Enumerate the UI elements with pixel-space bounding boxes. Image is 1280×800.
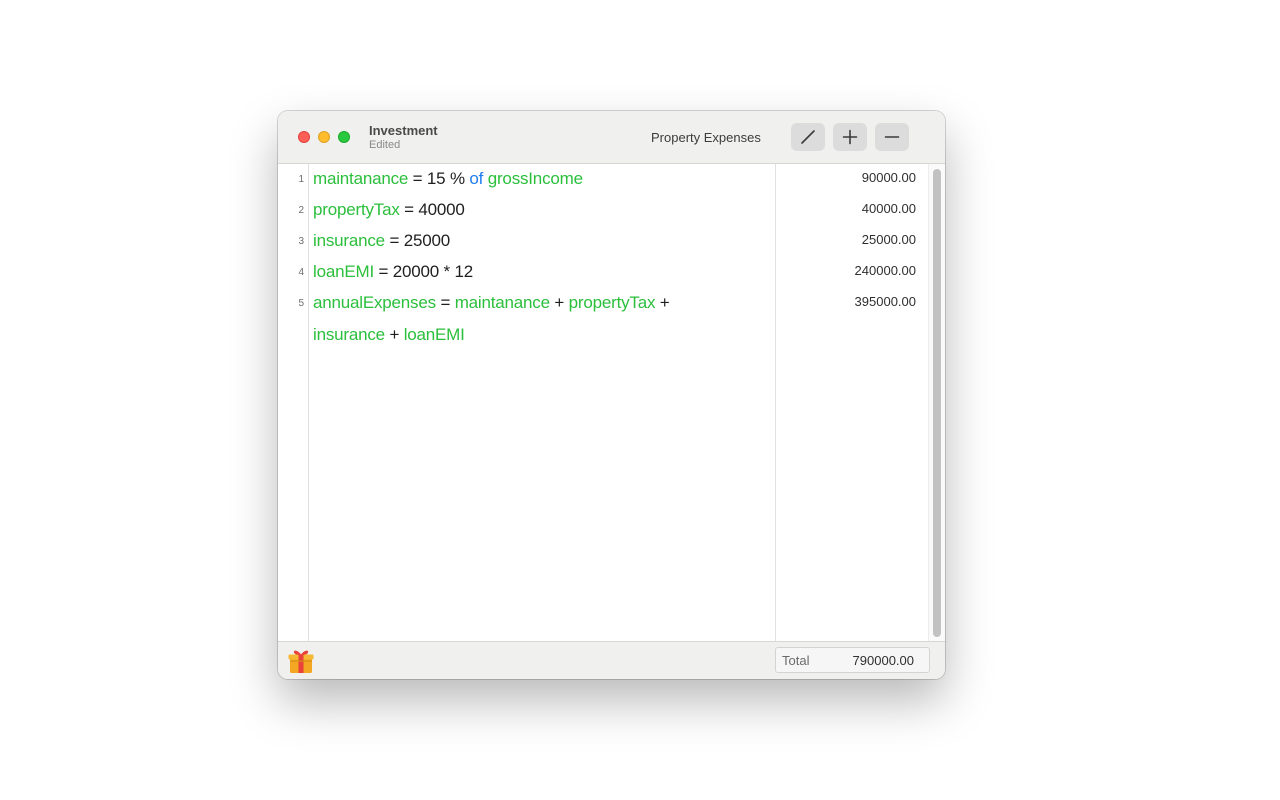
total-label: Total bbox=[782, 653, 810, 668]
add-sheet-button[interactable] bbox=[833, 123, 867, 151]
variable-token: loanEMI bbox=[403, 325, 465, 344]
line-result[interactable]: 240000.00 bbox=[855, 263, 916, 278]
variable-token: maintanance bbox=[313, 169, 409, 188]
line-number: 5 bbox=[298, 298, 304, 309]
scrollbar-thumb[interactable] bbox=[933, 169, 941, 637]
code-line[interactable]: annualExpenses = maintanance + propertyT… bbox=[313, 293, 670, 313]
operator-token: + bbox=[384, 325, 404, 344]
pencil-slash-icon bbox=[801, 130, 815, 144]
operator-token: = 25000 bbox=[384, 231, 450, 250]
app-window: Investment Edited Property Expenses 1 2 3 4… bbox=[278, 111, 945, 679]
code-line[interactable]: loanEMI = 20000 * 12 bbox=[313, 262, 473, 282]
code-line[interactable]: maintanance = 15 % of grossIncome bbox=[313, 169, 583, 189]
operator-token: = 20000 * 12 bbox=[373, 262, 473, 281]
line-number: 4 bbox=[298, 267, 304, 278]
operator-token: = 15 % bbox=[408, 169, 470, 188]
variable-token: maintanance bbox=[454, 293, 550, 312]
operator-token: + bbox=[549, 293, 569, 312]
line-result[interactable]: 25000.00 bbox=[862, 232, 916, 247]
plus-icon bbox=[842, 129, 858, 145]
code-line[interactable]: insurance = 25000 bbox=[313, 231, 450, 251]
vertical-scrollbar[interactable] bbox=[928, 164, 945, 641]
variable-token: propertyTax bbox=[313, 200, 400, 219]
title-bar[interactable]: Investment Edited Property Expenses bbox=[278, 111, 945, 164]
minimize-window-button[interactable] bbox=[318, 131, 330, 143]
code-line[interactable]: propertyTax = 40000 bbox=[313, 200, 465, 220]
line-number: 2 bbox=[298, 205, 304, 216]
variable-token: grossIncome bbox=[487, 169, 583, 188]
operator-token: + bbox=[655, 293, 670, 312]
zoom-window-button[interactable] bbox=[338, 131, 350, 143]
variable-token: propertyTax bbox=[568, 293, 656, 312]
line-result[interactable]: 395000.00 bbox=[855, 294, 916, 309]
line-number: 1 bbox=[298, 174, 304, 185]
variable-token: insurance bbox=[313, 325, 385, 344]
operator-token: = 40000 bbox=[399, 200, 465, 219]
variable-token: annualExpenses bbox=[313, 293, 436, 312]
operator-token: = bbox=[435, 293, 455, 312]
variable-token: loanEMI bbox=[313, 262, 374, 281]
line-number-gutter: 1 2 3 4 5 bbox=[278, 164, 309, 641]
footer-bar: Total 790000.00 bbox=[278, 641, 945, 679]
document-title: Investment bbox=[369, 123, 438, 138]
sheet-name[interactable]: Property Expenses bbox=[651, 130, 761, 145]
calculation-editor[interactable]: maintanance = 15 % of grossIncome propert… bbox=[309, 164, 774, 641]
line-number: 3 bbox=[298, 236, 304, 247]
results-column: 90000.00 40000.00 25000.00 240000.00 395000.… bbox=[775, 164, 929, 641]
line-result[interactable]: 40000.00 bbox=[862, 201, 916, 216]
close-window-button[interactable] bbox=[298, 131, 310, 143]
minus-icon bbox=[884, 136, 900, 138]
edit-button[interactable] bbox=[791, 123, 825, 151]
gift-icon[interactable] bbox=[287, 648, 315, 674]
remove-sheet-button[interactable] bbox=[875, 123, 909, 151]
line-result[interactable]: 90000.00 bbox=[862, 170, 916, 185]
keyword-token: of bbox=[469, 169, 484, 188]
code-line-continuation[interactable]: insurance + loanEMI bbox=[313, 325, 465, 345]
document-status: Edited bbox=[369, 139, 401, 151]
total-value: 790000.00 bbox=[852, 653, 914, 668]
total-field[interactable]: Total 790000.00 bbox=[775, 647, 930, 673]
variable-token: insurance bbox=[313, 231, 385, 250]
